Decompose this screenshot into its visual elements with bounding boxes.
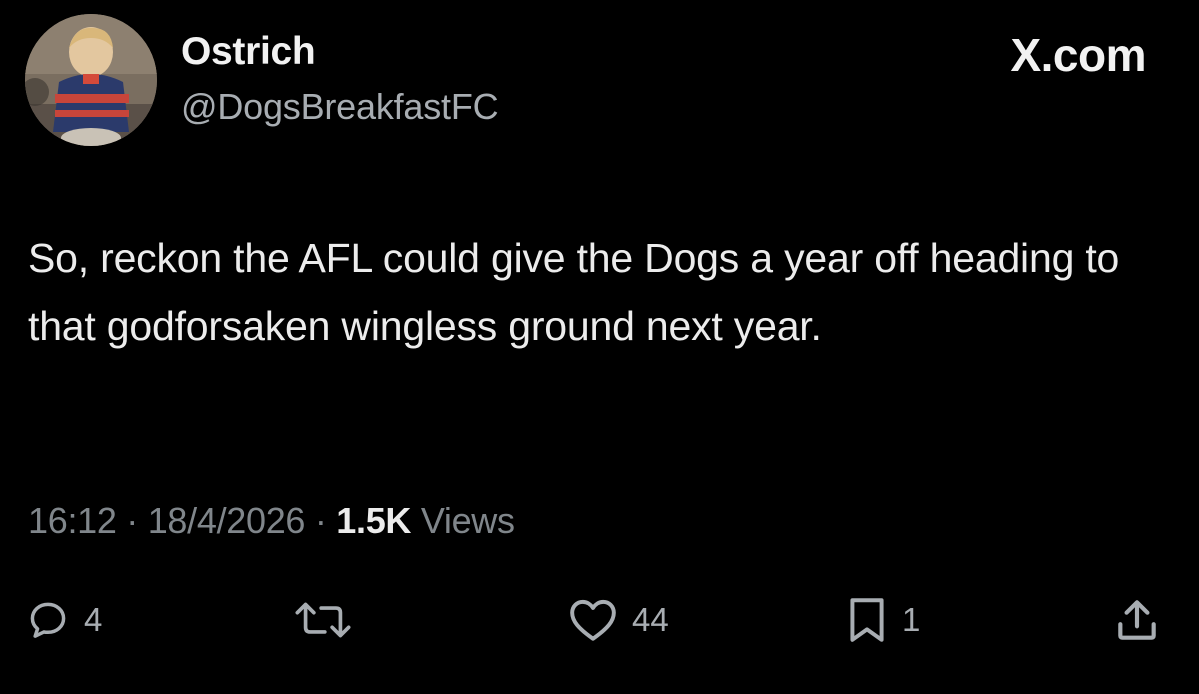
- tweet-card: Ostrich @DogsBreakfastFC X.com So, recko…: [0, 0, 1199, 694]
- display-name[interactable]: Ostrich: [181, 30, 316, 74]
- meta-separator: ·: [314, 500, 327, 541]
- reply-count: 4: [84, 601, 103, 638]
- profile-photo-icon: [25, 14, 157, 146]
- reply-button[interactable]: 4: [26, 590, 102, 650]
- brand-logo: X.com: [1010, 29, 1146, 81]
- tweet-meta: 16:12 · 18/4/2026 · 1.5K Views: [28, 500, 515, 542]
- user-handle[interactable]: @DogsBreakfastFC: [181, 86, 499, 128]
- bookmark-count: 1: [902, 601, 921, 638]
- reply-icon: [30, 602, 66, 638]
- tweet-time[interactable]: 16:12: [28, 500, 117, 541]
- views-count[interactable]: 1.5K: [336, 500, 411, 541]
- like-button[interactable]: 44: [568, 590, 669, 650]
- bookmark-icon: [850, 598, 884, 642]
- avatar[interactable]: [25, 14, 157, 146]
- tweet-text: So, reckon the AFL could give the Dogs a…: [28, 235, 1120, 349]
- like-count: 44: [632, 601, 669, 638]
- heart-icon: [570, 599, 616, 641]
- share-button[interactable]: [1112, 590, 1176, 650]
- bookmark-button[interactable]: 1: [846, 590, 920, 650]
- share-icon: [1118, 600, 1156, 640]
- retweet-icon: [295, 602, 351, 638]
- views-label: Views: [420, 500, 515, 541]
- meta-separator: ·: [126, 500, 138, 541]
- tweet-date[interactable]: 18/4/2026: [148, 500, 306, 541]
- action-bar: 4 44 1: [0, 590, 1199, 650]
- retweet-button[interactable]: [290, 590, 370, 650]
